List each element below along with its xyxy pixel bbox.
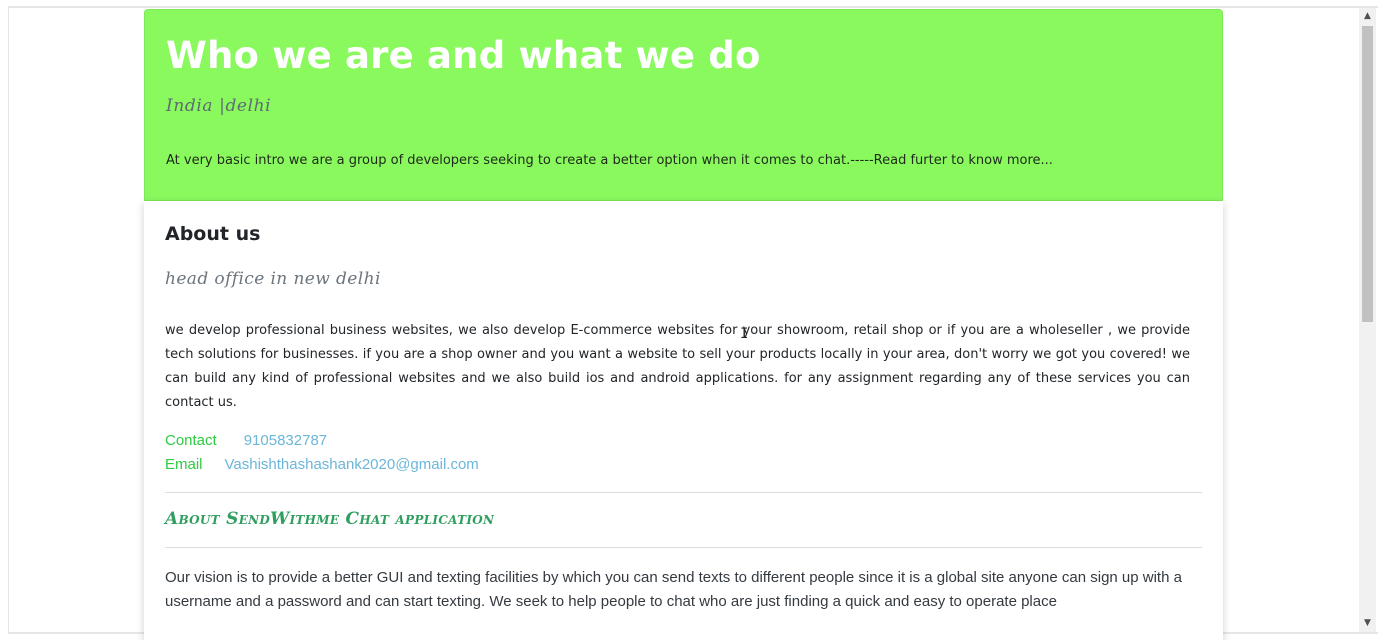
email-label: Email	[165, 456, 203, 473]
hero-banner: Who we are and what we do India |delhi A…	[144, 9, 1223, 201]
divider	[165, 492, 1202, 493]
window-border	[8, 6, 1378, 8]
vision-text: Our vision is to provide a better GUI an…	[165, 569, 1182, 610]
email-row: Email Vashishthashashank2020@gmail.com	[165, 453, 1202, 477]
page-content: Who we are and what we do India |delhi A…	[144, 9, 1223, 640]
contact-info: Contact 9105832787 Email Vashishthashashan…	[165, 429, 1202, 477]
browser-viewport: Who we are and what we do India |delhi A…	[0, 0, 1382, 640]
page-title: Who we are and what we do	[166, 34, 761, 77]
scrollbar-thumb[interactable]	[1362, 26, 1373, 322]
about-card: About us head office in new delhi we dev…	[144, 201, 1223, 640]
office-subtitle: head office in new delhi	[165, 269, 381, 289]
app-section-title: About SendWithme Chat application	[165, 509, 495, 529]
scroll-down-arrow-icon[interactable]: ▼	[1359, 615, 1376, 632]
about-heading: About us	[165, 223, 261, 245]
about-description: we develop professional business website…	[165, 323, 1190, 410]
window-border	[8, 6, 9, 634]
location-subtitle: India |delhi	[166, 96, 272, 116]
text-cursor-icon: I	[740, 326, 749, 342]
divider	[165, 547, 1202, 548]
intro-text: At very basic intro we are a group of de…	[166, 153, 1053, 168]
contact-phone[interactable]: 9105832787	[244, 432, 327, 449]
contact-row: Contact 9105832787	[165, 429, 1202, 453]
scroll-up-arrow-icon[interactable]: ▲	[1359, 8, 1376, 25]
email-link[interactable]: Vashishthashashank2020@gmail.com	[225, 456, 479, 473]
vertical-scrollbar[interactable]: ▲ ▼	[1359, 8, 1376, 632]
contact-label: Contact	[165, 432, 217, 449]
